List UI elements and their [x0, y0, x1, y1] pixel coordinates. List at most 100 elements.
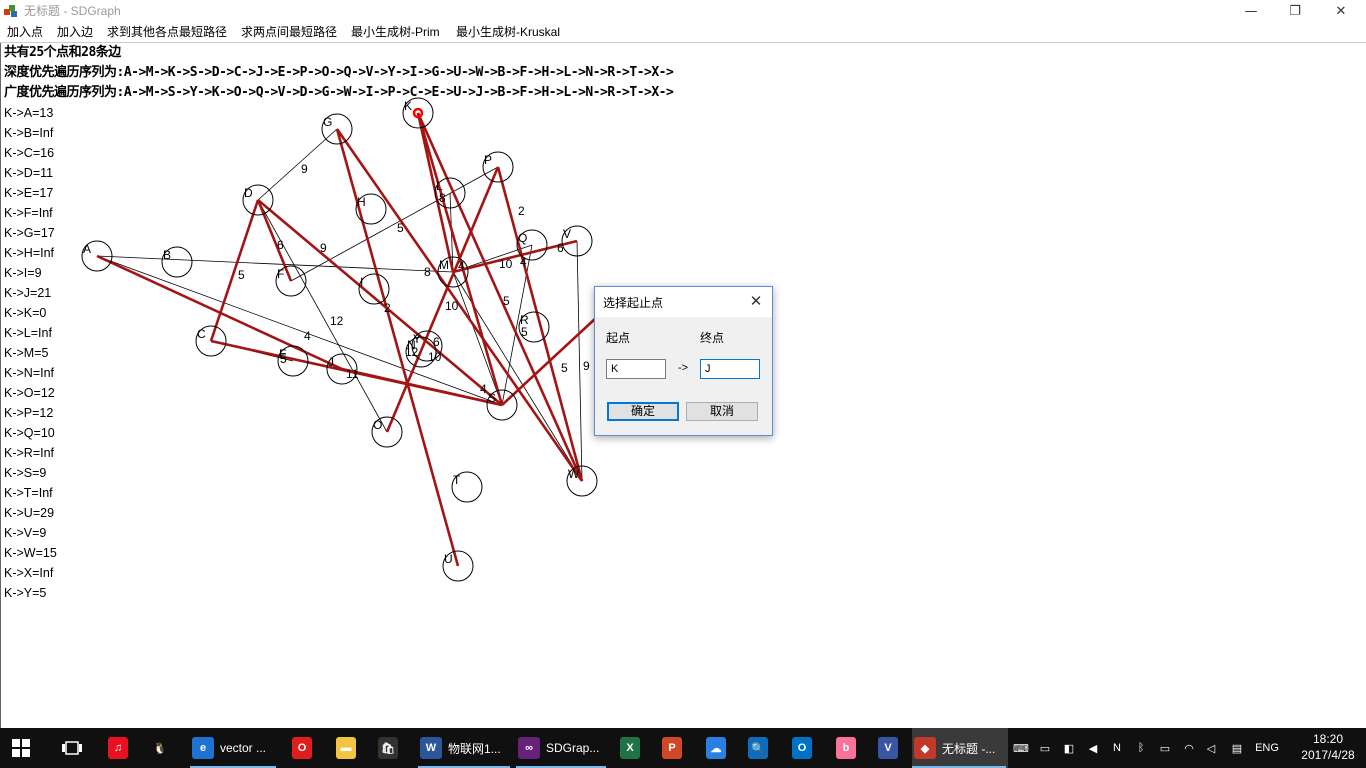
taskbar-app-word[interactable]: W 物联网1... [418, 728, 512, 768]
taskbar-app-label: vector ... [220, 741, 267, 755]
arrow-label: -> [678, 362, 689, 374]
node-label: H [357, 195, 366, 209]
distance-item: K->K=0 [4, 306, 47, 320]
shortest-path-edges [96, 112, 611, 567]
wifi-icon[interactable]: ◠ [1180, 728, 1198, 768]
restore-button[interactable]: ❐ [1272, 0, 1318, 22]
node-label: Q [518, 231, 527, 245]
end-point-input[interactable]: J [700, 359, 760, 379]
visual-studio-icon: ∞ [518, 737, 540, 759]
menu-shortest-all[interactable]: 求到其他各点最短路径 [107, 24, 227, 40]
taskbar-app-baidu-netdisk[interactable]: ☁ [704, 728, 732, 768]
language-indicator[interactable]: ENG [1250, 728, 1284, 768]
minimize-button[interactable]: — [1228, 0, 1274, 22]
distance-item: K->S=9 [4, 466, 47, 480]
edge-weight-label: 6 [277, 238, 284, 252]
start-point-input[interactable]: K [606, 359, 666, 379]
search-app-icon: 🔍 [748, 737, 768, 759]
distance-item: K->N=Inf [4, 366, 55, 380]
edge-weight-label: 5 [397, 221, 404, 235]
path-edge-D-F [256, 199, 293, 282]
dialog-title-bar: 选择起止点 ✕ [595, 287, 772, 317]
taskbar-app-sdgraph[interactable]: ◆ 无标题 -... [912, 728, 1008, 768]
graph-node[interactable]: T [451, 471, 483, 503]
edge-A-M [96, 255, 454, 273]
bluetooth-icon[interactable]: ᛒ [1132, 728, 1150, 768]
node-label: G [323, 115, 332, 129]
notification-icon[interactable]: ▤ [1226, 728, 1248, 768]
task-view-button[interactable] [62, 728, 82, 768]
taskbar-app-visual-studio[interactable]: ∞ SDGrap... [516, 728, 608, 768]
taskbar-app-excel[interactable]: X [618, 728, 646, 768]
start-label: 起点 [606, 331, 631, 345]
outlook-icon: O [792, 737, 812, 759]
edge-weight-label: 5 [521, 325, 528, 339]
powerpoint-icon: P [662, 737, 682, 759]
battery-icon[interactable]: ▭ [1156, 728, 1174, 768]
sdgraph-icon: ◆ [914, 737, 936, 759]
graph-node[interactable]: B [161, 246, 193, 278]
edge-G-D [257, 128, 338, 201]
edge-weight-label: 4 [458, 259, 465, 273]
nvidia-icon[interactable]: N [1108, 728, 1126, 768]
distance-item: K->C=16 [4, 146, 55, 160]
dialog-close-button[interactable]: ✕ [746, 291, 766, 311]
distance-item: K->W=15 [4, 546, 57, 560]
distance-item: K->T=Inf [4, 486, 53, 500]
distance-item: K->L=Inf [4, 326, 52, 340]
menu-mst-prim[interactable]: 最小生成树-Prim [351, 24, 440, 40]
edge-weight-label: 10 [499, 257, 513, 271]
node-label: S [488, 391, 496, 405]
taskbar-app-file-explorer[interactable]: ▬ [334, 728, 362, 768]
menu-bar: 加入点 加入边 求到其他各点最短路径 求两点间最短路径 最小生成树-Prim 最… [0, 22, 1366, 43]
menu-add-vertex[interactable]: 加入点 [7, 24, 43, 40]
taskbar-app-store[interactable]: 🛍 [376, 728, 404, 768]
graph-summary: 共有25个点和28条边 [4, 45, 121, 60]
edge-V-W [576, 240, 583, 482]
ok-button[interactable]: 确定 [607, 402, 679, 421]
keyboard-icon[interactable]: ⌨ [1012, 728, 1030, 768]
volume-icon[interactable]: ◁ [1202, 728, 1220, 768]
menu-add-edge[interactable]: 加入边 [57, 24, 93, 40]
node-label: U [444, 552, 453, 566]
antivirus-icon[interactable]: ◀ [1084, 728, 1102, 768]
taskbar-app-netease-music[interactable]: ♫ [106, 728, 134, 768]
edge-weight-label: 4 [520, 255, 527, 269]
monitor-icon[interactable]: ▭ [1036, 728, 1054, 768]
taskbar-app-visio[interactable]: V [876, 728, 904, 768]
taskbar-app-powerpoint[interactable]: P [660, 728, 688, 768]
close-button[interactable]: ✕ [1318, 0, 1364, 22]
tray-app-icon[interactable]: ◧ [1060, 728, 1078, 768]
taskbar: ♫ 🐧 e vector ... O ▬ 🛍 W 物联网1... ∞ SDGrap... X P ☁ 🔍 Ob… [0, 728, 1366, 768]
taskbar-app-outlook[interactable]: O [790, 728, 818, 768]
netease-music-icon: ♫ [108, 737, 128, 759]
menu-shortest-pair[interactable]: 求两点间最短路径 [241, 24, 337, 40]
node-label: I [360, 275, 363, 289]
taskbar-app-bilibili[interactable]: b [834, 728, 862, 768]
node-label: V [563, 227, 571, 241]
end-label: 终点 [700, 331, 725, 345]
path-edge-P-W [496, 166, 584, 482]
node-label: M [439, 258, 449, 272]
distance-item: K->I=9 [4, 266, 42, 280]
edge-weight-label: 2 [518, 204, 525, 218]
taskbar-app-qq[interactable]: 🐧 [148, 728, 176, 768]
edge-weight-label: 11 [346, 367, 359, 381]
taskbar-app-edge[interactable]: e vector ... [190, 728, 278, 768]
bfs-sequence: 广度优先遍历序列为:A->M->S->Y->K->O->Q->V->D->G->… [4, 85, 674, 100]
distance-item: K->X=Inf [4, 566, 54, 580]
edge-D-O [257, 199, 388, 433]
app-icon [4, 5, 17, 17]
taskbar-app-opera[interactable]: O [290, 728, 318, 768]
qq-icon: 🐧 [150, 737, 170, 759]
clock[interactable]: 18:20 2017/4/28 [1290, 731, 1366, 763]
menu-mst-kruskal[interactable]: 最小生成树-Kruskal [456, 24, 560, 40]
node-label: Y [413, 332, 421, 346]
distance-item: K->B=Inf [4, 126, 54, 140]
node-label: F [277, 267, 284, 281]
cancel-button[interactable]: 取消 [686, 402, 758, 421]
start-button[interactable] [12, 728, 30, 768]
graph-node[interactable]: H [355, 193, 387, 225]
taskbar-app-search-app[interactable]: 🔍 [746, 728, 774, 768]
distance-item: K->P=12 [4, 406, 54, 420]
